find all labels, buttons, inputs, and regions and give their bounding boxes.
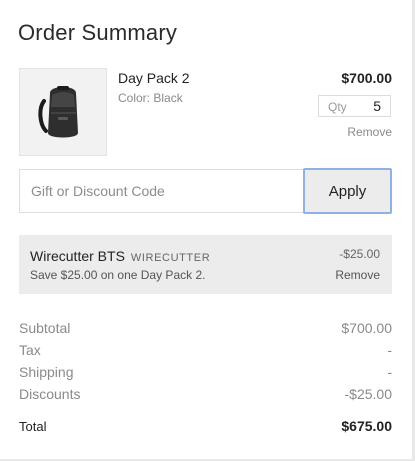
discounts-value: -$25.00 <box>344 386 392 402</box>
product-variant: Color: Black <box>118 91 183 105</box>
subtotal-row: Subtotal $700.00 <box>19 320 392 338</box>
discount-description: Save $25.00 on one Day Pack 2. <box>30 268 206 282</box>
total-value: $675.00 <box>341 418 392 434</box>
total-row: Total $675.00 <box>19 418 392 436</box>
product-name: Day Pack 2 <box>118 70 190 86</box>
remove-item-link[interactable]: Remove <box>347 125 392 139</box>
apply-code-button[interactable]: Apply <box>303 168 392 214</box>
subtotal-label: Subtotal <box>19 320 71 336</box>
tax-value: - <box>387 342 392 358</box>
discounts-row: Discounts -$25.00 <box>19 386 392 404</box>
applied-discount: Wirecutter BTS WIRECUTTER Save $25.00 on … <box>19 235 392 294</box>
backpack-icon <box>38 86 78 138</box>
product-price: $700.00 <box>341 70 392 86</box>
discount-code-badge: WIRECUTTER <box>130 252 211 264</box>
discount-name-line: Wirecutter BTS WIRECUTTER <box>30 248 210 264</box>
discount-amount: -$25.00 <box>339 247 380 261</box>
remove-discount-link[interactable]: Remove <box>335 268 380 282</box>
shipping-value: - <box>387 364 392 380</box>
total-label: Total <box>19 419 47 434</box>
tax-label: Tax <box>19 342 41 358</box>
discounts-label: Discounts <box>19 386 81 402</box>
subtotal-value: $700.00 <box>341 320 392 336</box>
discount-code-input[interactable] <box>19 169 305 213</box>
shipping-label: Shipping <box>19 364 74 380</box>
quantity-label: Qty <box>328 100 347 114</box>
tax-row: Tax - <box>19 342 392 360</box>
order-summary-title: Order Summary <box>18 20 178 45</box>
discount-name: Wirecutter BTS <box>30 248 125 264</box>
quantity-value: 5 <box>373 98 381 114</box>
shipping-row: Shipping - <box>19 364 392 382</box>
product-image <box>19 68 107 156</box>
quantity-field[interactable]: Qty 5 <box>318 95 391 117</box>
